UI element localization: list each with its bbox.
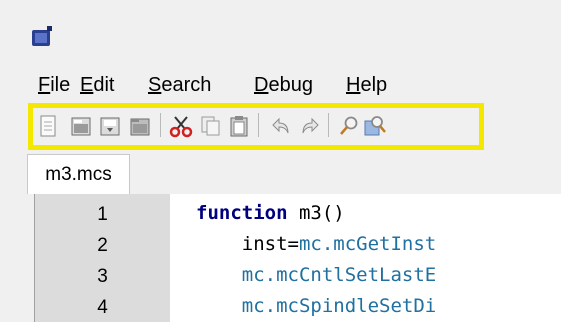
menu-bar: File Edit Search Debug Help — [0, 70, 561, 102]
replace-button[interactable] — [362, 112, 388, 140]
menu-search[interactable]: Search — [148, 74, 211, 97]
code-call: mc.mcGetInst — [298, 233, 437, 255]
save-file-icon — [100, 117, 120, 136]
find-button[interactable] — [336, 112, 362, 140]
app-logo-icon — [32, 26, 52, 46]
copy-button[interactable] — [198, 112, 224, 140]
menu-file[interactable]: File — [38, 74, 70, 97]
line-number: 1 — [97, 204, 108, 225]
code-call: mc.mcCntlSetLastE — [241, 264, 437, 286]
undo-icon — [272, 117, 289, 134]
save-file-button[interactable] — [97, 112, 123, 140]
redo-button[interactable] — [297, 112, 323, 140]
open-file-icon — [71, 117, 91, 136]
new-file-icon — [40, 115, 56, 137]
cut-button[interactable] — [168, 112, 194, 140]
code-keyword: function — [196, 202, 288, 224]
paste-button[interactable] — [226, 112, 252, 140]
code-line: inst=mc.mcGetInst — [196, 233, 436, 255]
save-all-button[interactable] — [127, 112, 153, 140]
new-file-button[interactable] — [35, 112, 61, 140]
line-number: 4 — [97, 297, 108, 318]
code-text: inst= — [196, 233, 299, 255]
save-all-icon — [130, 118, 150, 136]
copy-icon — [201, 116, 220, 136]
code-text: m3() — [287, 202, 345, 224]
toolbar-separator — [258, 113, 259, 137]
menu-debug[interactable]: Debug — [254, 74, 313, 97]
code-line: function m3() — [196, 202, 345, 224]
line-number: 2 — [97, 235, 108, 256]
editor-left-border — [27, 194, 35, 322]
find-icon — [340, 116, 358, 135]
code-line: mc.mcCntlSetLastE — [196, 264, 436, 286]
undo-button[interactable] — [268, 112, 294, 140]
code-call: mc.mcSpindleSetDi — [241, 295, 437, 317]
cut-icon — [169, 116, 193, 138]
toolbar-separator — [328, 113, 329, 137]
redo-icon — [302, 117, 319, 134]
title-bar — [0, 0, 561, 62]
line-number: 3 — [97, 266, 108, 287]
open-file-button[interactable] — [68, 112, 94, 140]
menu-help[interactable]: Help — [346, 74, 387, 97]
replace-icon — [364, 116, 386, 136]
paste-icon — [230, 116, 248, 137]
menu-edit[interactable]: Edit — [80, 74, 114, 97]
tab-m3-mcs[interactable]: m3.mcs — [27, 154, 130, 194]
tab-label: m3.mcs — [45, 163, 112, 185]
code-line: mc.mcSpindleSetDi — [196, 295, 436, 317]
toolbar-separator — [160, 113, 161, 137]
